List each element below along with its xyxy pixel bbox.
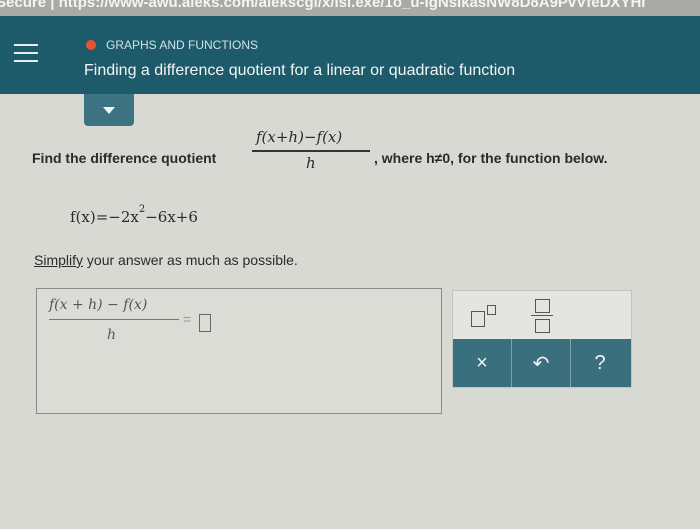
topic-header: GRAPHS AND FUNCTIONS Finding a differenc…	[0, 16, 700, 94]
answer-denominator: h	[107, 327, 117, 343]
question-prefix: Find the difference quotient	[32, 150, 217, 166]
answer-input[interactable]	[199, 314, 211, 332]
answer-box[interactable]: f(x + h) − f(x) h =	[36, 288, 442, 414]
function-rhs: −6x+6	[145, 208, 198, 226]
superscript-button[interactable]	[463, 299, 513, 333]
fraction-bar	[252, 150, 370, 152]
difference-quotient-fraction: f(x+h)−f(x) h	[252, 128, 372, 178]
help-icon: ?	[594, 351, 606, 374]
denominator-box-icon	[535, 319, 550, 333]
browser-url-bar[interactable]: Secure | https://www-awu.aleks.com/aleks…	[0, 0, 700, 16]
keypad-action-bar: × ↶ ?	[453, 339, 631, 387]
numerator-box-icon	[535, 299, 550, 313]
category-label: GRAPHS AND FUNCTIONS	[106, 38, 259, 52]
menu-icon[interactable]	[6, 30, 44, 76]
fraction-denominator: h	[306, 154, 316, 172]
undo-button[interactable]: ↶	[512, 339, 571, 387]
answer-fraction-bar	[49, 319, 179, 320]
instruction-text: Simplify your answer as much as possible…	[34, 252, 298, 268]
help-button[interactable]: ?	[571, 339, 629, 387]
simplify-link[interactable]: Simplify	[34, 252, 83, 268]
answer-numerator: f(x + h) − f(x)	[49, 297, 148, 313]
status-dot-icon	[86, 40, 96, 50]
question-suffix: , where h≠0, for the function below.	[374, 150, 608, 166]
base-box-icon	[471, 311, 485, 327]
url-text[interactable]: Secure | https://www-awu.aleks.com/aleks…	[0, 0, 645, 11]
fraction-line-icon	[531, 315, 553, 316]
instruction-rest: your answer as much as possible.	[83, 252, 298, 268]
math-keypad: × ↶ ?	[452, 290, 632, 388]
times-icon: ×	[476, 351, 488, 374]
fraction-button[interactable]	[519, 295, 569, 335]
function-exponent: 2	[138, 204, 146, 215]
page-title: Finding a difference quotient for a line…	[84, 62, 516, 79]
chevron-down-icon	[103, 107, 115, 114]
undo-icon: ↶	[532, 352, 550, 375]
clear-button[interactable]: ×	[453, 339, 512, 387]
function-definition: f(x)=−2x2−6x+6	[70, 204, 198, 226]
answer-equals: =	[183, 311, 192, 327]
function-lhs: f(x)=−2x	[70, 208, 139, 226]
exponent-box-icon	[487, 305, 496, 315]
fraction-numerator: f(x+h)−f(x)	[256, 128, 343, 146]
expand-toggle-button[interactable]	[84, 94, 134, 126]
